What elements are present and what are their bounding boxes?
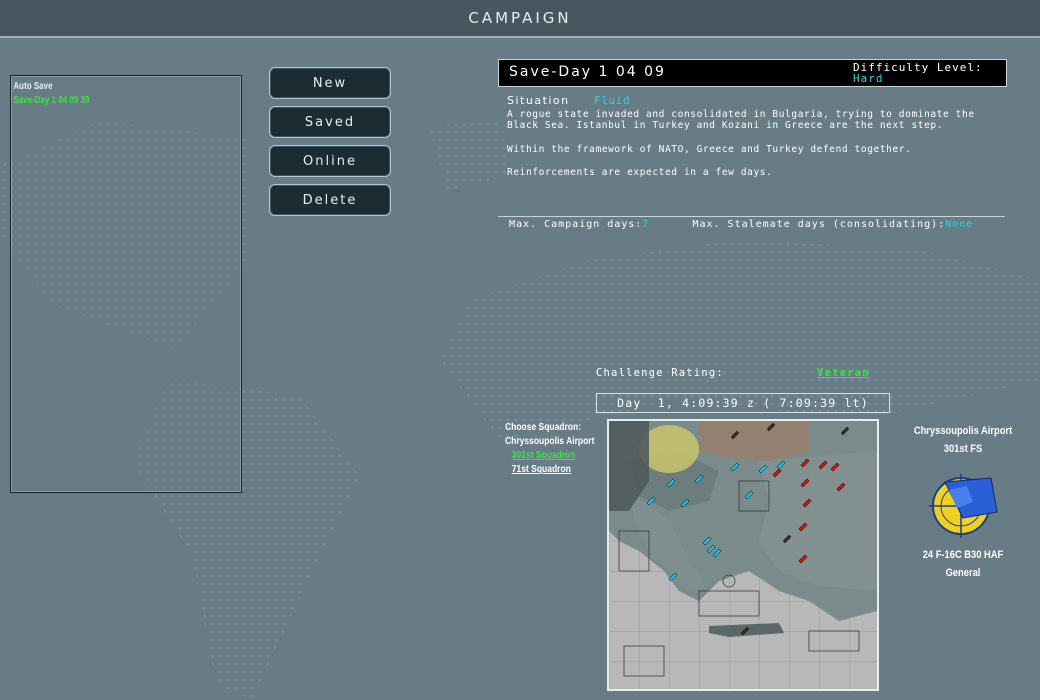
choose-squadron-label: Choose Squadron: <box>505 422 582 433</box>
max-days-value: 7 <box>642 219 650 230</box>
unit-name: 301st FS <box>943 443 983 455</box>
save-list[interactable]: Auto Save Save-Day 1 04 09 39 <box>10 75 242 493</box>
save-title: Save-Day 1 04 09 <box>509 64 666 80</box>
squadron-link-71st[interactable]: 71st Squadron <box>512 463 595 477</box>
situation-paragraph: Within the framework of NATO, Greece and… <box>507 143 912 155</box>
theater-map-graphic <box>609 421 877 689</box>
day-time-display: Day 1, 4:09:39 z ( 7:09:39 lt) <box>596 393 890 413</box>
situation-value: Fluid <box>593 94 631 107</box>
unit-aircraft: 24 F-16C B30 HAF <box>922 549 1004 561</box>
online-button[interactable]: Online <box>269 145 391 177</box>
situation-heading: Situation <box>507 94 570 107</box>
delete-button[interactable]: Delete <box>269 184 391 216</box>
window-title: CAMPAIGN <box>468 9 572 27</box>
unit-info-footer: 24 F-16C B30 HAF General <box>914 546 1013 582</box>
stalemate-value: None <box>945 219 974 230</box>
title-bar: CAMPAIGN <box>0 0 1040 38</box>
unit-rank: General <box>945 567 981 579</box>
campaign-limits: Max. Campaign days:7 Max. Stalemate days… <box>509 219 973 230</box>
squadron-link-301st[interactable]: 301st Squadron <box>512 449 595 463</box>
situation-paragraph: Reinforcements are expected in a few day… <box>507 167 773 178</box>
challenge-rating: Challenge Rating: Veteran <box>596 367 868 379</box>
new-button[interactable]: New <box>269 67 391 99</box>
unit-info-header: Chryssoupolis Airport 301st FS <box>914 422 1013 458</box>
unit-airport: Chryssoupolis Airport <box>913 425 1013 437</box>
saved-button[interactable]: Saved <box>269 106 391 138</box>
situation-panel: Situation Fluid A rogue state invaded an… <box>507 95 977 191</box>
challenge-label: Challenge Rating: <box>596 367 724 379</box>
difficulty-value: Hard <box>853 72 884 85</box>
save-list-item-selected[interactable]: Save-Day 1 04 09 39 <box>11 94 195 108</box>
save-list-item[interactable]: Auto Save <box>11 80 195 94</box>
difficulty-block: Difficulty Level: Hard <box>853 62 983 84</box>
max-days-label: Max. Campaign days: <box>509 219 643 230</box>
stalemate-label: Max. Stalemate days (consolidating): <box>692 219 946 230</box>
save-header: Save-Day 1 04 09 Difficulty Level: Hard <box>498 59 1007 87</box>
theater-map[interactable] <box>607 419 879 691</box>
situation-paragraph: A rogue state invaded and consolidated i… <box>507 108 975 132</box>
squadron-chooser: Choose Squadron: Chryssoupolis Airport 3… <box>505 421 594 477</box>
squadron-emblem-icon <box>929 474 998 538</box>
airport-label: Chryssoupolis Airport <box>505 436 595 447</box>
divider <box>498 216 1005 217</box>
challenge-value: Veteran <box>817 367 870 379</box>
